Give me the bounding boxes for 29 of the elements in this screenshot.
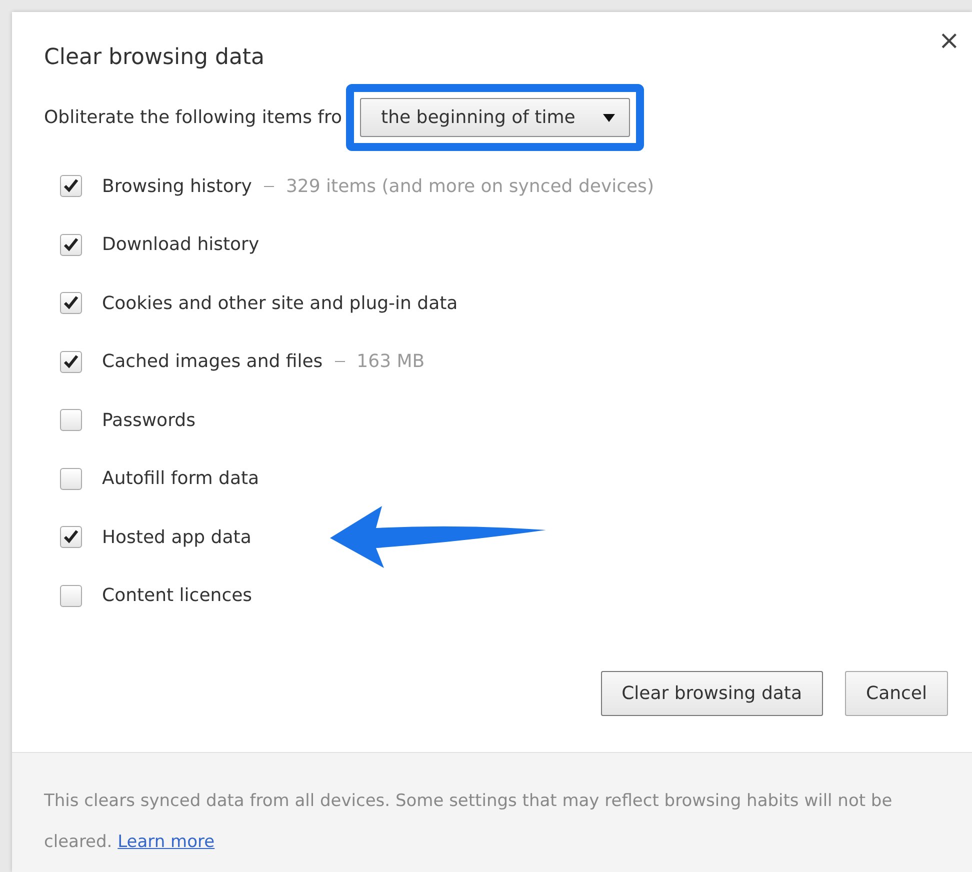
period-label: Obliterate the following items fro <box>44 107 342 128</box>
checkbox-label: Cached images and files <box>102 351 323 372</box>
checkbox[interactable] <box>60 584 82 607</box>
checkbox-label: Content licences <box>102 585 252 606</box>
checkbox[interactable] <box>60 175 82 198</box>
item-detail: 329 items (and more on synced devices) <box>286 176 654 197</box>
checkbox-label: Hosted app data <box>102 526 252 548</box>
checkbox[interactable] <box>60 526 82 548</box>
checkbox-label: Browsing history <box>102 176 252 197</box>
checkbox[interactable] <box>60 234 82 256</box>
checkbox-label: Download history <box>102 234 260 256</box>
checkbox-label: Autofill form data <box>102 468 260 490</box>
caret-icon <box>603 114 616 122</box>
footer-note: This clears synced data from all devices. Some settings that may reflect browsing habits will not be cleared. Learn more <box>44 790 894 854</box>
clear-button[interactable]: Clear browsing data <box>600 671 824 716</box>
checkbox-label: Cookies and other site and plug-in data <box>102 292 458 314</box>
cancel-button[interactable]: Cancel <box>845 671 948 716</box>
checkbox[interactable] <box>60 350 82 373</box>
period-dropdown[interactable]: the beginning of time <box>360 98 630 137</box>
dialog-title: Clear browsing data <box>44 45 265 70</box>
dash-separator <box>334 361 345 362</box>
close-button[interactable]: × <box>934 26 964 56</box>
dash-separator <box>264 186 274 187</box>
checkbox[interactable] <box>60 409 82 432</box>
checkbox[interactable] <box>60 292 82 314</box>
checkbox[interactable] <box>60 468 82 490</box>
item-detail: 163 MB <box>356 351 425 372</box>
learn-more-link[interactable]: Learn more <box>118 832 215 852</box>
checkbox-label: Passwords <box>102 410 196 431</box>
